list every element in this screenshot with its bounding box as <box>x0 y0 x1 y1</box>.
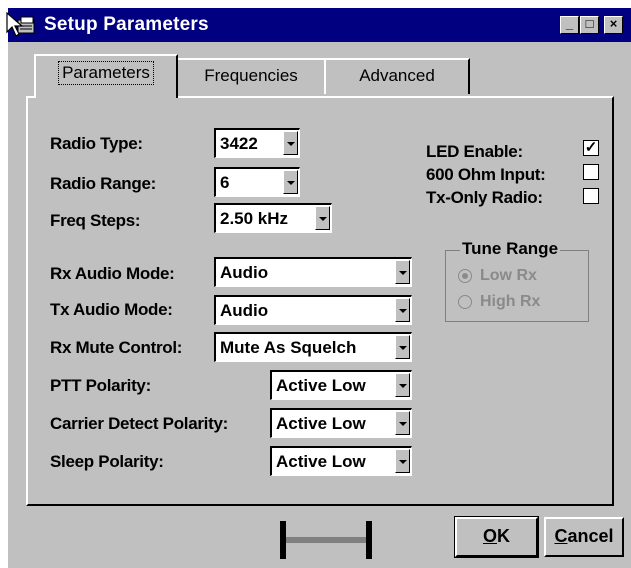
chevron-down-icon[interactable] <box>283 170 298 194</box>
sleep-polarity-label: Sleep Polarity: <box>50 452 164 471</box>
rx-mute-control-label: Rx Mute Control: <box>50 338 183 357</box>
chevron-down-icon[interactable] <box>395 411 410 435</box>
maximize-icon[interactable]: □ <box>580 16 599 34</box>
chevron-down-icon[interactable] <box>283 131 298 155</box>
ohm-input-checkbox[interactable] <box>583 164 599 180</box>
ok-label: K <box>497 526 510 546</box>
carrier-detect-polarity-label: Carrier Detect Polarity: <box>50 414 228 433</box>
radio-type-value: 3422 <box>220 134 258 153</box>
ok-accel: O <box>482 526 497 546</box>
carrier-detect-polarity-select[interactable]: Active Low <box>270 408 412 438</box>
connection-status-icon <box>280 521 372 559</box>
led-enable-checkbox[interactable]: ✓ <box>583 140 599 156</box>
cancel-label: ancel <box>567 526 614 546</box>
tab-advanced[interactable]: Advanced <box>324 58 470 94</box>
freq-steps-label: Freq Steps: <box>50 211 141 230</box>
freq-steps-value: 2.50 kHz <box>220 209 289 228</box>
led-enable-label: LED Enable: <box>426 142 523 161</box>
ohm-input-label: 600 Ohm Input: <box>426 165 546 184</box>
tx-audio-mode-label: Tx Audio Mode: <box>50 300 173 319</box>
title-bar[interactable]: Setup Parameters _ □ × <box>8 8 631 42</box>
sleep-polarity-value: Active Low <box>276 452 366 471</box>
rx-audio-mode-select[interactable]: Audio <box>214 257 412 287</box>
chevron-down-icon[interactable] <box>395 449 410 473</box>
tab-frequencies[interactable]: Frequencies <box>176 58 326 94</box>
close-icon[interactable]: × <box>604 16 623 34</box>
radio-range-select[interactable]: 6 <box>214 167 300 197</box>
minimize-icon[interactable]: _ <box>560 16 579 34</box>
chevron-down-icon[interactable] <box>395 373 410 397</box>
chevron-down-icon[interactable] <box>395 335 410 359</box>
tab-parameters[interactable]: Parameters <box>34 54 178 98</box>
rx-mute-control-value: Mute As Squelch <box>220 338 357 357</box>
radio-selected-icon <box>458 268 472 283</box>
radio-unselected-icon <box>458 294 472 309</box>
tx-audio-mode-value: Audio <box>220 301 269 320</box>
tx-audio-mode-select[interactable]: Audio <box>214 295 412 325</box>
tx-only-radio-checkbox[interactable] <box>583 188 599 204</box>
tune-range-title: Tune Range <box>460 239 561 259</box>
low-rx-radio[interactable]: Low Rx <box>458 267 537 285</box>
radio-range-label: Radio Range: <box>50 174 156 193</box>
mouse-cursor-icon <box>6 12 24 37</box>
low-rx-label: Low Rx <box>480 267 537 284</box>
chevron-down-icon[interactable] <box>395 260 410 284</box>
radio-type-select[interactable]: 3422 <box>214 128 300 158</box>
ptt-polarity-value: Active Low <box>276 376 366 395</box>
radio-type-label: Radio Type: <box>50 134 143 153</box>
radio-range-value: 6 <box>220 173 230 192</box>
tab-advanced-label: Advanced <box>359 66 435 85</box>
tune-range-group: Tune Range Low Rx High Rx <box>445 239 589 322</box>
sleep-polarity-select[interactable]: Active Low <box>270 446 412 476</box>
freq-steps-select[interactable]: 2.50 kHz <box>214 203 332 233</box>
rx-mute-control-select[interactable]: Mute As Squelch <box>214 332 412 362</box>
high-rx-radio[interactable]: High Rx <box>458 293 540 311</box>
ptt-polarity-select[interactable]: Active Low <box>270 370 412 400</box>
tx-only-radio-label: Tx-Only Radio: <box>426 188 543 207</box>
rx-audio-mode-label: Rx Audio Mode: <box>50 264 175 283</box>
cancel-accel: C <box>554 526 568 546</box>
window-title: Setup Parameters <box>44 14 209 35</box>
chevron-down-icon[interactable] <box>395 298 410 322</box>
rx-audio-mode-value: Audio <box>220 263 269 282</box>
chevron-down-icon[interactable] <box>315 206 330 230</box>
ptt-polarity-label: PTT Polarity: <box>50 376 151 395</box>
cancel-button[interactable]: Cancel <box>544 517 624 557</box>
ok-button[interactable]: OK <box>454 516 539 558</box>
tab-frequencies-label: Frequencies <box>204 66 298 85</box>
tab-parameters-label: Parameters <box>58 61 154 85</box>
high-rx-label: High Rx <box>480 293 541 310</box>
carrier-detect-polarity-value: Active Low <box>276 414 366 433</box>
